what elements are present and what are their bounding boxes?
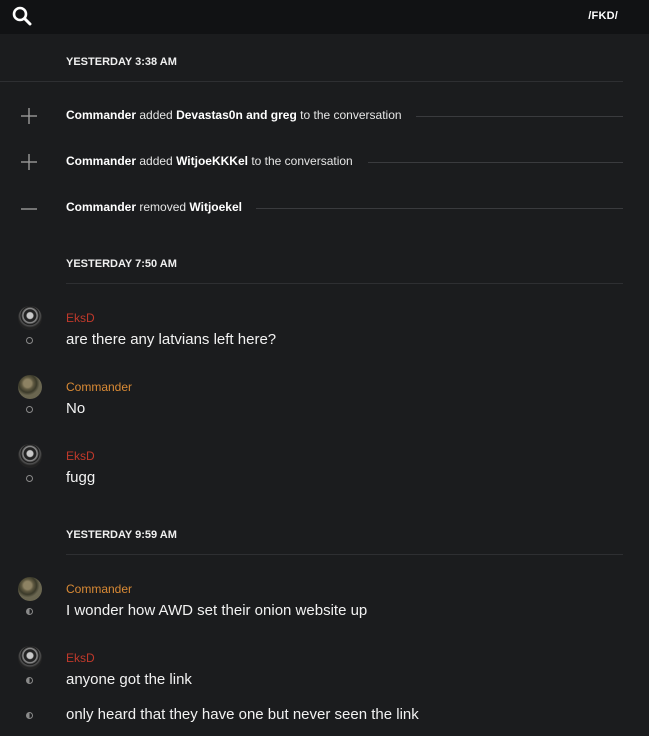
message-text: I wonder how AWD set their onion website… bbox=[66, 602, 368, 619]
system-event-text: Commander removed Witjoekel bbox=[66, 200, 242, 214]
date-separator: YESTERDAY 9:59 AM bbox=[66, 529, 177, 541]
event-verb: added bbox=[139, 154, 173, 168]
status-indicator bbox=[26, 677, 33, 684]
channel-name[interactable]: /FKD/ bbox=[588, 10, 618, 22]
event-targets: Devastas0n and greg bbox=[176, 108, 297, 122]
message-author[interactable]: Commander bbox=[66, 380, 132, 394]
event-verb: removed bbox=[139, 200, 187, 214]
message-text: No bbox=[66, 400, 86, 417]
divider bbox=[66, 283, 623, 284]
system-event-text: Commander added WitjoeKKKel to the conve… bbox=[66, 154, 353, 168]
event-line bbox=[416, 116, 623, 117]
system-event: Commander added Devastas0n and greg to t… bbox=[0, 104, 649, 126]
event-suffix: to the conversation bbox=[300, 108, 402, 122]
event-line bbox=[256, 208, 623, 209]
message-author[interactable]: EksD bbox=[66, 311, 95, 325]
actor-name: Commander bbox=[66, 200, 137, 214]
avatar[interactable] bbox=[18, 646, 42, 670]
plus-icon bbox=[21, 108, 37, 124]
actor-name: Commander bbox=[66, 108, 137, 122]
status-indicator bbox=[26, 406, 33, 413]
message-text: only heard that they have one but never … bbox=[66, 706, 419, 723]
top-bar: /FKD/ bbox=[0, 0, 649, 34]
status-indicator bbox=[26, 712, 33, 719]
event-targets: Witjoekel bbox=[189, 200, 242, 214]
message-text: are there any latvians left here? bbox=[66, 331, 277, 348]
search-icon[interactable] bbox=[12, 6, 32, 26]
status-indicator bbox=[26, 608, 33, 615]
status-indicator bbox=[26, 337, 33, 344]
system-event: Commander removed Witjoekel bbox=[0, 196, 649, 218]
event-verb: added bbox=[139, 108, 173, 122]
plus-icon bbox=[21, 154, 37, 170]
divider bbox=[0, 81, 623, 82]
avatar[interactable] bbox=[18, 306, 42, 330]
system-event-text: Commander added Devastas0n and greg to t… bbox=[66, 108, 402, 122]
avatar[interactable] bbox=[18, 375, 42, 399]
message-author[interactable]: EksD bbox=[66, 449, 95, 463]
actor-name: Commander bbox=[66, 154, 137, 168]
divider bbox=[66, 554, 623, 555]
avatar[interactable] bbox=[18, 577, 42, 601]
status-indicator bbox=[26, 475, 33, 482]
event-line bbox=[368, 162, 623, 163]
event-targets: WitjoeKKKel bbox=[176, 154, 248, 168]
event-suffix: to the conversation bbox=[251, 154, 353, 168]
message-author[interactable]: EksD bbox=[66, 651, 95, 665]
minus-icon bbox=[21, 208, 37, 210]
message-author[interactable]: Commander bbox=[66, 582, 132, 596]
message-text: fugg bbox=[66, 469, 96, 486]
system-event: Commander added WitjoeKKKel to the conve… bbox=[0, 150, 649, 172]
date-separator: YESTERDAY 7:50 AM bbox=[66, 258, 177, 270]
message-text: anyone got the link bbox=[66, 671, 192, 688]
avatar[interactable] bbox=[18, 444, 42, 468]
date-separator: YESTERDAY 3:38 AM bbox=[66, 56, 177, 68]
